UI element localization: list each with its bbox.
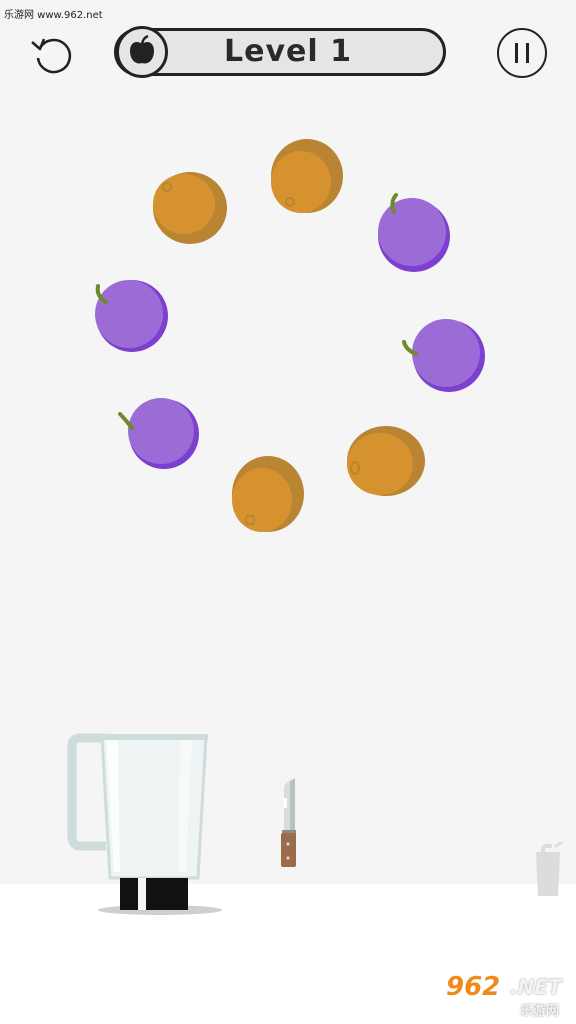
pause-icon xyxy=(515,43,529,63)
plum-fruit[interactable] xyxy=(116,394,202,472)
orange-fruit[interactable] xyxy=(344,424,428,498)
watermark-sub: 乐游网 xyxy=(520,1004,560,1019)
watermark-brand: 962 xyxy=(446,972,501,1002)
level-title: Level 1 xyxy=(224,34,352,69)
pause-button[interactable] xyxy=(497,28,547,78)
plum-fruit[interactable] xyxy=(400,316,486,396)
orange-fruit[interactable] xyxy=(150,170,230,248)
apple-icon xyxy=(130,34,154,64)
knife-icon[interactable] xyxy=(278,778,300,870)
plum-fruit[interactable] xyxy=(88,278,170,354)
blender-icon[interactable] xyxy=(66,732,230,918)
watermark-net: .NET xyxy=(510,975,562,999)
restart-button[interactable] xyxy=(28,28,78,78)
site-watermark: 乐游网 www.962.net xyxy=(4,10,103,21)
glass-icon[interactable] xyxy=(530,842,566,900)
restart-icon xyxy=(31,38,72,74)
level-fruit-badge xyxy=(116,26,168,78)
plum-fruit[interactable] xyxy=(372,192,454,276)
orange-fruit[interactable] xyxy=(268,136,346,216)
orange-fruit[interactable] xyxy=(228,454,308,534)
